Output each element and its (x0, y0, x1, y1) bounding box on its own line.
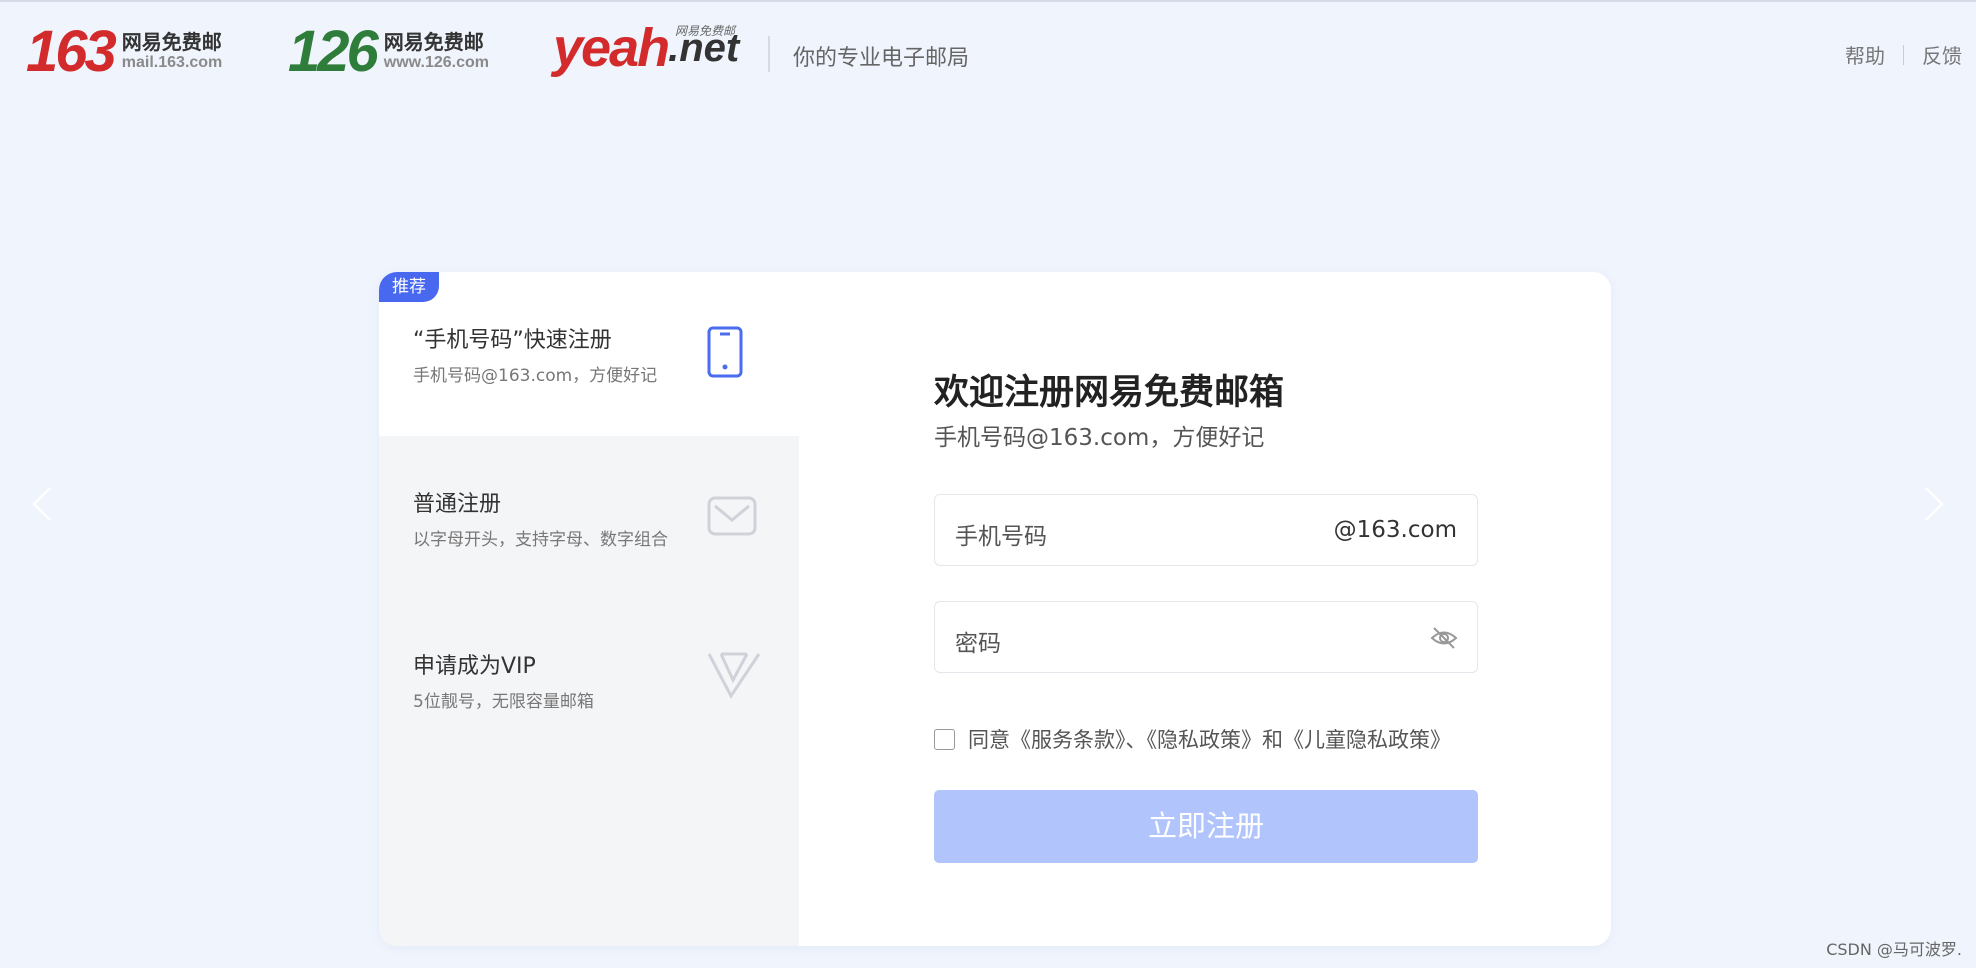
phone-placeholder: 手机号码 (955, 524, 1047, 550)
option-phone-register[interactable]: 推荐 “手机号码”快速注册 手机号码@163.com，方便好记 (379, 272, 799, 436)
brand-126-number: 126 (288, 19, 379, 84)
header: 163 网易免费邮 mail.163.com 126 网易免费邮 www.126… (0, 0, 1976, 110)
password-input[interactable]: 密码 (934, 601, 1478, 673)
brand-163-logo[interactable]: 163 网易免费邮 mail.163.com (26, 22, 222, 82)
register-card: 推荐 “手机号码”快速注册 手机号码@163.com，方便好记 普通注册 以字母… (379, 272, 1611, 946)
header-slogan: 你的专业电子邮局 (793, 46, 970, 71)
register-button[interactable]: 立即注册 (934, 790, 1478, 863)
header-divider (768, 36, 770, 72)
phone-input[interactable]: 手机号码 @163.com (934, 494, 1478, 566)
brand-yeah-logo[interactable]: yeah .net 网易免费邮 (553, 18, 739, 78)
chevron-right-icon[interactable] (1918, 484, 1948, 524)
brand-163-domain: mail.163.com (121, 54, 223, 72)
brand-126-cn: 网易免费邮 (383, 30, 484, 55)
phone-icon (707, 326, 743, 378)
watermark: CSDN @马可波罗. (1826, 940, 1962, 959)
brand-163-cn: 网易免费邮 (121, 30, 222, 55)
brand-yeah-small: 网易免费邮 (675, 24, 736, 38)
help-link[interactable]: 帮助 (1845, 40, 1885, 69)
form-subtitle: 手机号码@163.com，方便好记 (934, 425, 1265, 451)
option-title: 普通注册 (413, 492, 502, 517)
option-desc: 5位靓号，无限容量邮箱 (413, 692, 594, 712)
agreement-checkbox[interactable] (934, 728, 955, 750)
password-placeholder: 密码 (955, 631, 1001, 657)
vip-icon (707, 652, 761, 699)
brand-126-domain: www.126.com (383, 54, 490, 72)
brand-yeah-word: yeah (553, 18, 670, 78)
register-type-sidebar: 推荐 “手机号码”快速注册 手机号码@163.com，方便好记 普通注册 以字母… (379, 272, 799, 946)
nav-separator (1903, 44, 1904, 65)
option-vip-register[interactable]: 申请成为VIP 5位靓号，无限容量邮箱 (379, 598, 799, 762)
recommend-badge: 推荐 (379, 272, 439, 302)
brand-163-number: 163 (26, 19, 117, 84)
agreement-row: 同意《服务条款》、《隐私政策》和《儿童隐私政策》 (934, 724, 1451, 754)
brand-126-logo[interactable]: 126 网易免费邮 www.126.com (288, 22, 489, 82)
eye-off-icon[interactable] (1429, 624, 1459, 652)
option-desc: 手机号码@163.com，方便好记 (413, 366, 658, 386)
option-normal-register[interactable]: 普通注册 以字母开头，支持字母、数字组合 (379, 436, 799, 600)
option-desc: 以字母开头，支持字母、数字组合 (413, 530, 668, 550)
chevron-left-icon[interactable] (28, 484, 58, 524)
option-title: 申请成为VIP (413, 654, 536, 679)
option-title: “手机号码”快速注册 (413, 328, 612, 353)
agreement-text[interactable]: 同意《服务条款》、《隐私政策》和《儿童隐私政策》 (968, 724, 1451, 754)
domain-suffix: @163.com (1333, 517, 1457, 543)
top-nav: 帮助 反馈 (1845, 40, 1962, 69)
mail-icon (707, 496, 757, 536)
feedback-link[interactable]: 反馈 (1922, 40, 1962, 69)
form-title: 欢迎注册网易免费邮箱 (934, 373, 1285, 413)
